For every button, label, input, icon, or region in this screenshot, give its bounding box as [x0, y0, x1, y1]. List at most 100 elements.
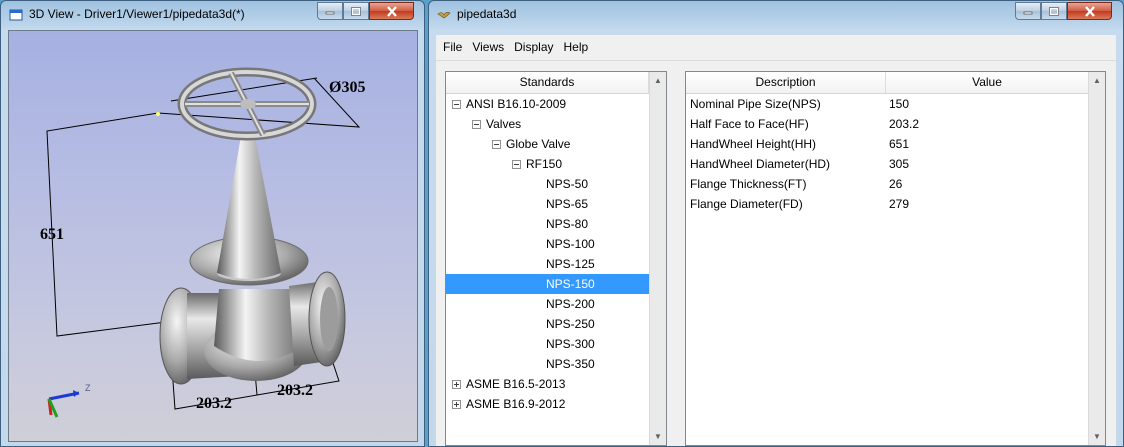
- tree-body: ANSI B16.10-2009 Valves Globe Valve RF150 NP…: [446, 94, 649, 414]
- pipedata-title-bar[interactable]: pipedata3d: [429, 1, 1123, 29]
- tree-node[interactable]: NPS-200: [446, 294, 649, 314]
- menu-bar: File Views Display Help: [436, 35, 1116, 61]
- tree-node-label: NPS-50: [546, 177, 589, 191]
- column-description[interactable]: Description: [686, 72, 886, 93]
- expand-plus-icon[interactable]: [452, 400, 461, 409]
- tree-node-label: NPS-100: [546, 237, 595, 251]
- maximize-button[interactable]: [343, 2, 369, 20]
- cell-description: HandWheel Diameter(HD): [690, 157, 831, 171]
- cell-description: Half Face to Face(HF): [690, 117, 809, 131]
- table-row[interactable]: Flange Diameter(FD) 279: [686, 194, 1089, 214]
- 3d-viewport[interactable]: Ø305 651 203.2 203.2 Z: [8, 30, 418, 442]
- tree-node-label: NPS-125: [546, 257, 595, 271]
- tree-node-label: RF150: [526, 157, 563, 171]
- collapse-minus-icon[interactable]: [492, 140, 501, 149]
- tree-node-label: NPS-300: [546, 337, 595, 351]
- collapse-minus-icon[interactable]: [472, 120, 481, 129]
- cell-description: Nominal Pipe Size(NPS): [690, 97, 821, 111]
- dimension-half-right: 203.2: [277, 382, 313, 399]
- table-row[interactable]: Half Face to Face(HF) 203.2: [686, 114, 1089, 134]
- tree-node[interactable]: NPS-350: [446, 354, 649, 374]
- cell-value: 305: [889, 157, 910, 171]
- close-icon: [1084, 5, 1095, 17]
- table-body: Nominal Pipe Size(NPS) 150 Half Face to Fa…: [686, 94, 1089, 214]
- cell-value: 203.2: [889, 117, 920, 131]
- viewer-title-bar[interactable]: 3D View - Driver1/Viewer1/pipedata3d(*): [1, 1, 424, 29]
- tree-node-label: NPS-350: [546, 357, 595, 371]
- properties-table[interactable]: Description Value Nominal Pipe Size(NPS)…: [685, 71, 1106, 446]
- collapse-minus-icon[interactable]: [512, 160, 521, 169]
- scroll-up-arrow-icon[interactable]: ▲: [650, 72, 666, 89]
- cell-description: HandWheel Height(HH): [690, 137, 817, 151]
- tree-node[interactable]: ANSI B16.10-2009: [446, 94, 649, 114]
- tree-node-label: ASME B16.5-2013: [466, 377, 566, 391]
- close-button[interactable]: [1067, 2, 1112, 20]
- tree-header-standards[interactable]: Standards: [446, 72, 649, 93]
- table-row[interactable]: Nominal Pipe Size(NPS) 150: [686, 94, 1089, 114]
- tree-node[interactable]: NPS-65: [446, 194, 649, 214]
- table-scrollbar[interactable]: ▲ ▼: [1088, 72, 1105, 445]
- menu-views[interactable]: Views: [467, 35, 509, 60]
- tree-node-label: Valves: [486, 117, 522, 131]
- tree-node[interactable]: NPS-50: [446, 174, 649, 194]
- tree-node[interactable]: NPS-80: [446, 214, 649, 234]
- standards-tree[interactable]: Standards ANSI B16.10-2009 Valves Globe Va…: [445, 71, 667, 446]
- dimension-diameter: Ø305: [329, 79, 366, 96]
- tree-node-label: NPS-150: [546, 277, 595, 291]
- tree-node[interactable]: NPS-300: [446, 334, 649, 354]
- tree-node-label: NPS-200: [546, 297, 595, 311]
- table-row[interactable]: HandWheel Diameter(HD) 305: [686, 154, 1089, 174]
- tree-node[interactable]: Globe Valve: [446, 134, 649, 154]
- valve-stem-cone: [217, 136, 281, 279]
- viewer-window: 3D View - Driver1/Viewer1/pipedata3d(*): [0, 0, 425, 447]
- table-row[interactable]: Flange Thickness(FT) 26: [686, 174, 1089, 194]
- tree-node-label: NPS-65: [546, 197, 589, 211]
- cell-description: Flange Thickness(FT): [690, 177, 807, 191]
- tree-node-label: ASME B16.9-2012: [466, 397, 566, 411]
- tree-node[interactable]: ASME B16.5-2013: [446, 374, 649, 394]
- column-value[interactable]: Value: [886, 72, 1089, 93]
- maximize-icon: [351, 6, 361, 16]
- minimize-icon: [1023, 11, 1033, 15]
- cell-value: 150: [889, 97, 910, 111]
- table-row[interactable]: HandWheel Height(HH) 651: [686, 134, 1089, 154]
- tree-node[interactable]: NPS-250: [446, 314, 649, 334]
- collapse-minus-icon[interactable]: [452, 100, 461, 109]
- axis-triad: [47, 390, 80, 418]
- menu-display[interactable]: Display: [509, 35, 558, 60]
- pipedata-window-controls: [1015, 2, 1112, 21]
- tree-node[interactable]: NPS-100: [446, 234, 649, 254]
- tree-node-label: NPS-80: [546, 217, 589, 231]
- dimension-height: 651: [40, 226, 64, 243]
- minimize-button[interactable]: [317, 2, 343, 20]
- pipedata-title: pipedata3d: [457, 7, 517, 21]
- tree-node[interactable]: Valves: [446, 114, 649, 134]
- tree-node-label: Globe Valve: [506, 137, 571, 151]
- pipedata-window: pipedata3d File Views Display Help Stand…: [428, 0, 1124, 447]
- client-area: Standards ANSI B16.10-2009 Valves Globe Va…: [436, 61, 1116, 446]
- scroll-down-arrow-icon[interactable]: ▼: [1089, 428, 1105, 445]
- menu-help[interactable]: Help: [559, 35, 594, 60]
- expand-plus-icon[interactable]: [452, 380, 461, 389]
- tree-node[interactable]: RF150: [446, 154, 649, 174]
- scroll-down-arrow-icon[interactable]: ▼: [650, 428, 666, 445]
- app-window-icon: [9, 9, 23, 21]
- tree-node[interactable]: NPS-150: [446, 274, 649, 294]
- scroll-up-arrow-icon[interactable]: ▲: [1089, 72, 1105, 89]
- maximize-icon: [1049, 6, 1059, 16]
- cell-description: Flange Diameter(FD): [690, 197, 803, 211]
- tree-node[interactable]: NPS-125: [446, 254, 649, 274]
- dimension-anchor: [156, 112, 160, 116]
- maximize-button[interactable]: [1041, 2, 1067, 20]
- table-header: Description Value: [686, 72, 1089, 94]
- menu-file[interactable]: File: [436, 35, 467, 60]
- tree-node[interactable]: ASME B16.9-2012: [446, 394, 649, 414]
- cell-value: 26: [889, 177, 903, 191]
- axis-z-label: Z: [85, 383, 91, 393]
- close-button[interactable]: [369, 2, 414, 20]
- tree-scrollbar[interactable]: ▲ ▼: [649, 72, 666, 445]
- minimize-button[interactable]: [1015, 2, 1041, 20]
- app-bird-icon: [437, 12, 451, 19]
- close-icon: [386, 5, 397, 17]
- minimize-icon: [325, 11, 335, 15]
